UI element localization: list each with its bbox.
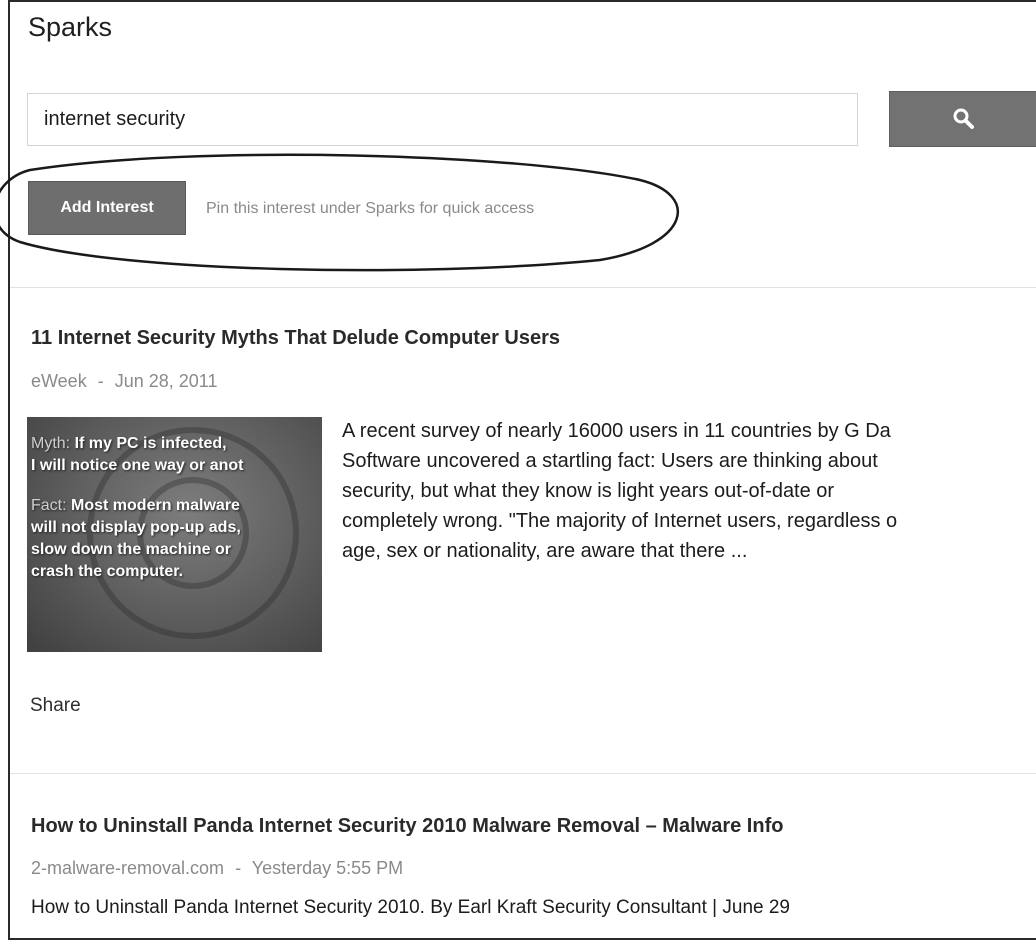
page-title: Sparks [28,12,113,42]
article-summary: A recent survey of nearly 16000 users in… [342,416,1036,566]
article-meta: 2-malware-removal.com - Yesterday 5:55 P… [31,858,403,879]
summary-line: security, but what they know is light ye… [342,480,835,502]
thumbnail-caption: Myth: If my PC is infected, I will notic… [31,433,322,601]
myth-line: If my PC is infected, [74,435,227,452]
article-date: Yesterday 5:55 PM [251,858,404,878]
fact-line: slow down the machine or [31,541,232,558]
article-source[interactable]: eWeek [31,371,87,391]
myth-label: Myth: [31,435,71,452]
summary-line: completely wrong. "The majority of Inter… [342,510,898,532]
article-title[interactable]: 11 Internet Security Myths That Delude C… [31,327,560,350]
search-input[interactable]: internet security [27,93,858,146]
article-date: Jun 28, 2011 [114,371,218,391]
article-meta: eWeek - Jun 28, 2011 [31,371,218,392]
article-thumbnail[interactable]: Myth: If my PC is infected, I will notic… [27,417,322,652]
share-link[interactable]: Share [30,695,81,717]
search-icon [953,108,974,129]
search-button[interactable] [889,91,1036,147]
meta-separator: - [97,371,104,391]
fact-label: Fact: [31,497,67,514]
summary-line: Software uncovered a startling fact: Use… [342,450,878,472]
summary-line: A recent survey of nearly 16000 users in… [342,420,891,442]
article-snippet: How to Uninstall Panda Internet Security… [31,897,790,918]
fact-line: Most modern malware [71,497,240,514]
article-title[interactable]: How to Uninstall Panda Internet Security… [31,815,783,838]
myth-line: I will notice one way or anot [31,457,244,474]
divider [10,287,1036,288]
divider [10,773,1036,774]
highlight-ellipse [0,153,680,272]
fact-line: crash the computer. [31,563,184,580]
meta-separator: - [235,858,242,878]
article-source[interactable]: 2-malware-removal.com [31,858,224,878]
fact-line: will not display pop-up ads, [31,519,241,536]
summary-line: age, sex or nationality, are aware that … [342,540,748,562]
